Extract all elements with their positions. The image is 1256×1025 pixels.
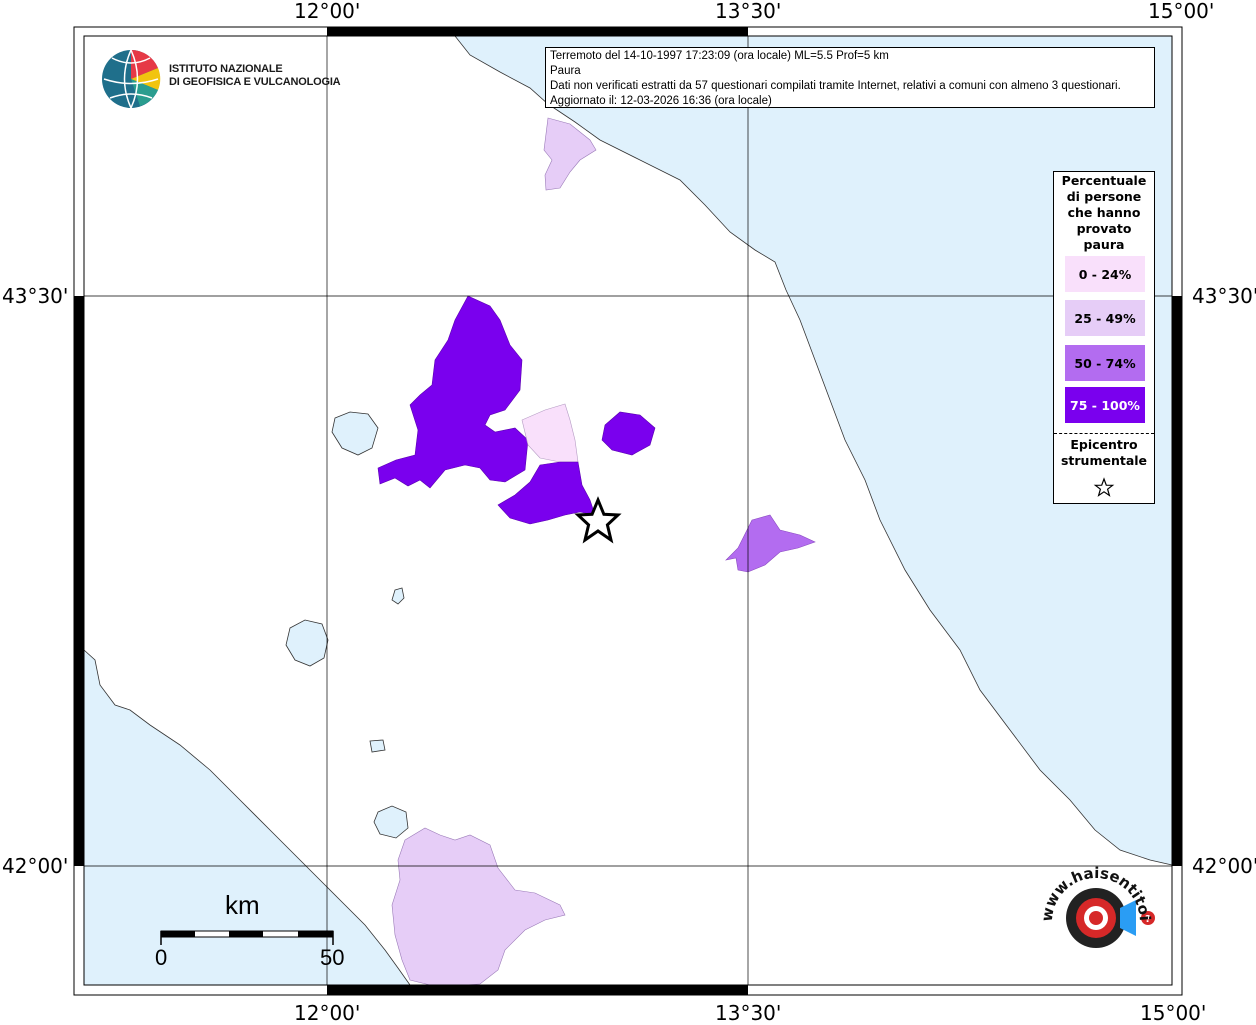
ingv-logo: ISTITUTO NAZIONALE DI GEOFISICA E VULCAN… [100,48,341,110]
lake-bracciano [373,805,409,839]
felt-area-center-light [521,403,579,463]
lat-label-left-4330: 43°30' [2,284,69,308]
legend-star-icon [1093,477,1115,497]
legend-item-75-100: 75 - 100% [1065,387,1145,423]
lon-label-bottom-15: 15°00' [1140,1001,1207,1025]
lake-trasimeno [331,411,379,456]
legend-title-line: provato [1076,221,1132,236]
info-note: Dati non verificati estratti da 57 quest… [550,80,1121,92]
legend-title: Percentuale di persone che hanno provato… [1054,172,1154,253]
scale-start-label: 0 [155,945,168,970]
lon-label-bottom-1330: 13°30' [715,1001,782,1025]
legend-item-50-74: 50 - 74% [1065,345,1145,381]
lon-label-top-15: 15°00' [1148,0,1215,23]
legend-item-0-24: 0 - 24% [1065,256,1145,292]
lon-label-bottom-12: 12°00' [294,1001,361,1025]
haisentitoilterremoto-logo: ? www.haisentitoilterremoto.it [1032,862,1155,948]
legend-title-line: che hanno [1067,205,1141,220]
felt-area-rome [391,827,566,986]
scale-unit: km [225,890,260,920]
lake-bolsena [285,619,329,667]
ingv-name-line1: ISTITUTO NAZIONALE [169,63,283,75]
legend-title-line: Percentuale [1061,173,1147,188]
lat-label-right-4330: 43°30' [1192,284,1256,308]
legend-title-line: di persone [1066,189,1142,204]
lat-label-right-42: 42°00' [1192,854,1256,878]
info-parameter: Paura [550,65,581,77]
legend: Percentuale di persone che hanno provato… [1053,171,1155,504]
legend-epicenter-line: strumentale [1060,453,1148,468]
info-updated: Aggiornato il: 12-03-2026 16:36 (ora loc… [550,95,772,107]
scale-end-label: 50 [320,945,345,970]
legend-epicenter-line: Epicentro [1070,437,1138,452]
lake-small-1 [391,587,405,605]
ingv-logo-text: ISTITUTO NAZIONALE DI GEOFISICA E VULCAN… [169,63,341,89]
legend-epicenter-label: Epicentro strumentale [1054,437,1154,469]
felt-area-east-medium [725,514,816,573]
earthquake-info-box: Terremoto del 14-10-1997 17:23:09 (ora l… [545,47,1155,108]
legend-item-25-49: 25 - 49% [1065,300,1145,336]
info-event: Terremoto del 14-10-1997 17:23:09 (ora l… [550,50,889,62]
lon-label-top-1330: 13°30' [715,0,782,23]
scale-bar: km 0 50 [150,890,360,980]
legend-separator [1054,433,1154,434]
legend-title-line: paura [1083,237,1125,252]
lat-label-left-42: 42°00' [2,854,69,878]
felt-area-main [377,295,529,489]
felt-area-east-dark [601,411,656,456]
ingv-name-line2: DI GEOFISICA E VULCANOLOGIA [169,76,341,88]
ingv-globe-icon [102,49,161,109]
lake-small-2 [369,739,386,753]
lon-label-top-12: 12°00' [294,0,361,23]
